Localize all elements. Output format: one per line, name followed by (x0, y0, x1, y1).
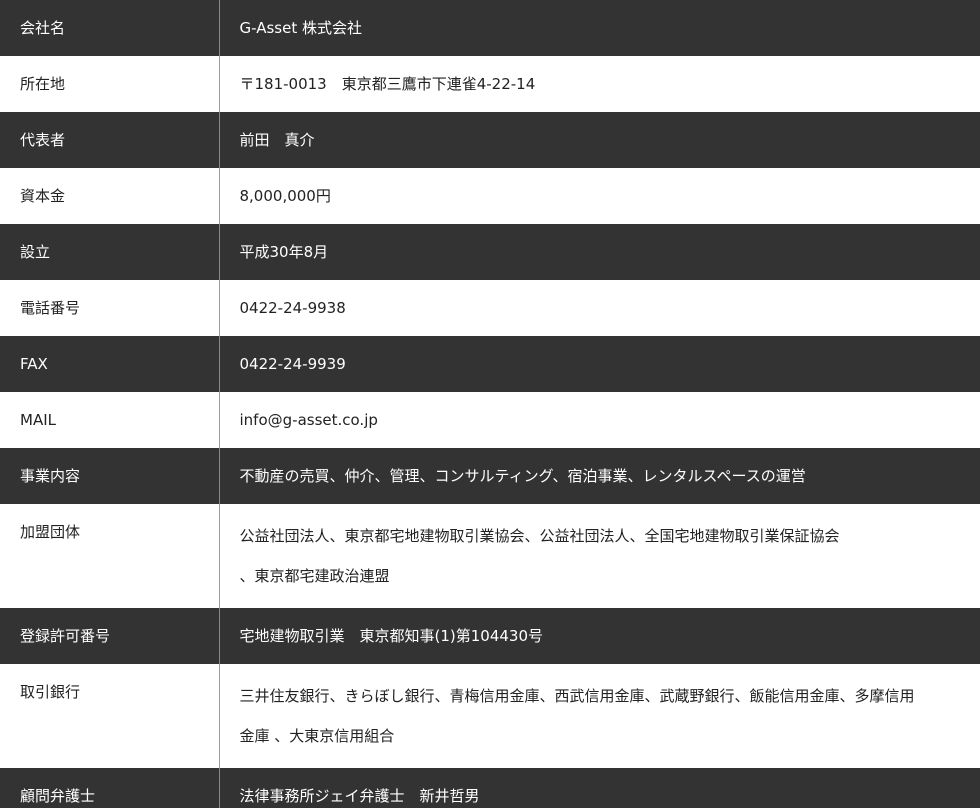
banks-value-line1: 三井住友銀行、きらぼし銀行、青梅信用金庫、西武信用金庫、武蔵野銀行、飯能信用金庫… (239, 687, 915, 705)
company-info-table: 会社名 G-Asset 株式会社 所在地 〒181-0013 東京都三鷹市下連雀… (0, 0, 980, 808)
mail-row: MAIL info@g-asset.co.jp (0, 392, 980, 448)
established-label: 設立 (0, 224, 220, 280)
representative-value: 前田 真介 (219, 112, 980, 168)
phone-label: 電話番号 (0, 280, 220, 336)
license-value: 宅地建物取引業 東京都知事(1)第104430号 (219, 608, 980, 664)
company-name-row: 会社名 G-Asset 株式会社 (0, 0, 980, 56)
address-label: 所在地 (0, 56, 220, 112)
fax-label: FAX (0, 336, 220, 392)
fax-row: FAX 0422-24-9939 (0, 336, 980, 392)
memberships-row: 加盟団体 公益社団法人、東京都宅地建物取引業協会、公益社団法人、全国宅地建物取引… (0, 504, 980, 608)
lawyer-row: 顧問弁護士 法律事務所ジェイ弁護士 新井哲男 (0, 768, 980, 808)
company-name-value: G-Asset 株式会社 (219, 0, 980, 56)
banks-value-line2: 金庫 、大東京信用組合 (239, 727, 395, 745)
fax-value: 0422-24-9939 (219, 336, 980, 392)
established-row: 設立 平成30年8月 (0, 224, 980, 280)
license-row: 登録許可番号 宅地建物取引業 東京都知事(1)第104430号 (0, 608, 980, 664)
business-label: 事業内容 (0, 448, 220, 504)
mail-label: MAIL (0, 392, 220, 448)
capital-row: 資本金 8,000,000円 (0, 168, 980, 224)
banks-label: 取引銀行 (0, 664, 220, 768)
address-value: 〒181-0013 東京都三鷹市下連雀4-22-14 (219, 56, 980, 112)
company-name-label: 会社名 (0, 0, 220, 56)
memberships-value-line2: 、東京都宅建政治連盟 (239, 567, 390, 585)
mail-value: info@g-asset.co.jp (219, 392, 980, 448)
business-row: 事業内容 不動産の売買、仲介、管理、コンサルティング、宿泊事業、レンタルスペース… (0, 448, 980, 504)
memberships-value: 公益社団法人、東京都宅地建物取引業協会、公益社団法人、全国宅地建物取引業保証協会… (219, 504, 980, 608)
capital-label: 資本金 (0, 168, 220, 224)
capital-value: 8,000,000円 (219, 168, 980, 224)
phone-row: 電話番号 0422-24-9938 (0, 280, 980, 336)
memberships-label: 加盟団体 (0, 504, 220, 608)
license-label: 登録許可番号 (0, 608, 220, 664)
phone-value: 0422-24-9938 (219, 280, 980, 336)
address-row: 所在地 〒181-0013 東京都三鷹市下連雀4-22-14 (0, 56, 980, 112)
banks-row: 取引銀行 三井住友銀行、きらぼし銀行、青梅信用金庫、西武信用金庫、武蔵野銀行、飯… (0, 664, 980, 768)
lawyer-value: 法律事務所ジェイ弁護士 新井哲男 (219, 768, 980, 808)
memberships-value-line1: 公益社団法人、東京都宅地建物取引業協会、公益社団法人、全国宅地建物取引業保証協会 (239, 527, 840, 545)
representative-label: 代表者 (0, 112, 220, 168)
lawyer-label: 顧問弁護士 (0, 768, 220, 808)
business-value: 不動産の売買、仲介、管理、コンサルティング、宿泊事業、レンタルスペースの運営 (219, 448, 980, 504)
established-value: 平成30年8月 (219, 224, 980, 280)
representative-row: 代表者 前田 真介 (0, 112, 980, 168)
banks-value: 三井住友銀行、きらぼし銀行、青梅信用金庫、西武信用金庫、武蔵野銀行、飯能信用金庫… (219, 664, 980, 768)
